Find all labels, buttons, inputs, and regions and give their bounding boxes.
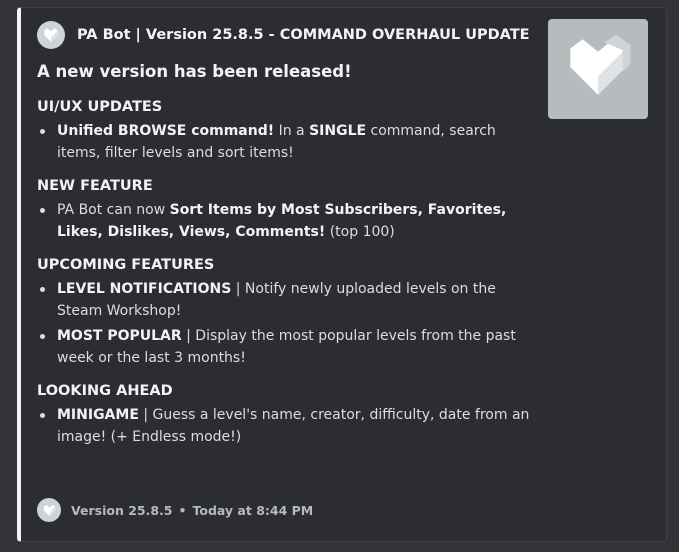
bold-text: MOST POPULAR [57,328,182,344]
embed-description: A new version has been released! UI/UX U… [37,60,532,459]
text: PA Bot can now [57,202,170,218]
embed-author-name[interactable]: PA Bot | Version 25.8.5 - COMMAND OVERHA… [77,27,530,43]
heart-logo-icon [37,21,65,49]
section-title: NEW FEATURE [37,178,153,194]
bullet-list: PA Bot can now Sort Items by Most Subscr… [37,199,532,243]
sections: UI/UX UPDATES Unified BROWSE command! In … [37,96,532,448]
list-item: MINIGAME | Guess a level's name, creator… [40,404,532,448]
bold-text: Unified BROWSE command! [57,123,275,139]
headline: A new version has been released! [37,62,352,81]
section-title: UPCOMING FEATURES [37,257,215,273]
list-item: MOST POPULAR | Display the most popular … [40,325,532,369]
footer-timestamp[interactable]: Today at 8:44 PM [192,503,313,518]
list-item: LEVEL NOTIFICATIONS | Notify newly uploa… [40,278,532,322]
bold-text: LEVEL NOTIFICATIONS [57,281,232,297]
bullet-list: Unified BROWSE command! In a SINGLE comm… [37,120,532,164]
section-title: UI/UX UPDATES [37,99,163,115]
list-item: Unified BROWSE command! In a SINGLE comm… [40,120,532,164]
embed-thumbnail[interactable] [548,19,648,119]
text: (top 100) [325,224,395,240]
bullet-list: MINIGAME | Guess a level's name, creator… [37,404,532,448]
bold-text: MINIGAME [57,407,139,423]
embed-footer: Version 25.8.5 • Today at 8:44 PM [37,498,313,522]
footer-separator: • [178,502,187,518]
list-item: PA Bot can now Sort Items by Most Subscr… [40,199,532,243]
footer-version: Version 25.8.5 [71,502,173,518]
embed-card: PA Bot | Version 25.8.5 - COMMAND OVERHA… [17,7,667,542]
embed-author: PA Bot | Version 25.8.5 - COMMAND OVERHA… [37,21,530,49]
bold-text: SINGLE [309,123,367,139]
section-title: LOOKING AHEAD [37,383,173,399]
heart-logo-icon [561,30,635,108]
bullet-list: LEVEL NOTIFICATIONS | Notify newly uploa… [37,278,532,369]
heart-logo-icon [37,498,61,522]
text: In a [274,123,310,139]
